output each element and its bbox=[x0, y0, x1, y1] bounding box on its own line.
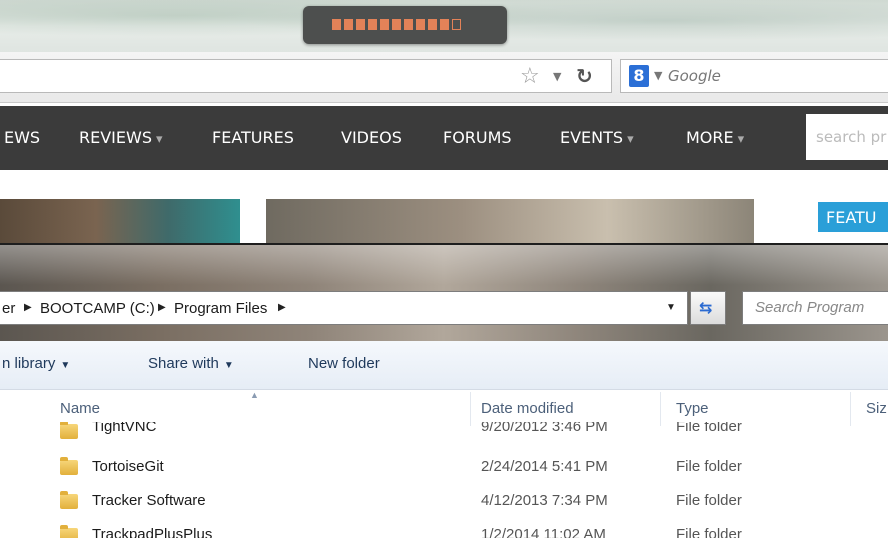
browser-search-box[interactable]: 8 ▼ Google bbox=[620, 59, 888, 93]
progress-segment bbox=[428, 19, 437, 30]
progress-segment bbox=[356, 19, 365, 30]
share-with-button[interactable]: Share with ▼ bbox=[148, 355, 234, 372]
google-icon[interactable]: 8 bbox=[629, 65, 649, 87]
table-row[interactable]: TightVNC 9/20/2012 3:46 PM File folder bbox=[0, 422, 888, 440]
column-header-type[interactable]: Type bbox=[676, 400, 709, 417]
folder-icon bbox=[60, 457, 78, 475]
file-date: 1/2/2014 11:02 AM bbox=[481, 526, 606, 538]
chevron-down-icon: ▼ bbox=[60, 360, 71, 371]
file-name: Tracker Software bbox=[92, 492, 206, 509]
command-label: Share with bbox=[148, 355, 219, 372]
bookmark-star-icon[interactable]: ☆ bbox=[520, 66, 540, 88]
column-header-date[interactable]: Date modified bbox=[481, 400, 574, 417]
breadcrumb-drive[interactable]: BOOTCAMP (C:) bbox=[40, 300, 155, 317]
browser-tab-strip bbox=[0, 0, 888, 52]
nav-item-label: FORUMS bbox=[443, 128, 512, 147]
folder-icon bbox=[60, 491, 78, 509]
folder-icon bbox=[60, 422, 78, 439]
file-type: File folder bbox=[676, 526, 742, 538]
url-bar[interactable]: ☆ ▼ ↻ bbox=[0, 59, 612, 93]
progress-segment bbox=[332, 19, 341, 30]
nav-item-label: EVENTS bbox=[560, 128, 624, 147]
nav-item-label: EWS bbox=[4, 128, 41, 147]
breadcrumb-arrow-icon[interactable]: ▶ bbox=[158, 302, 166, 313]
column-header-name[interactable]: Name bbox=[60, 400, 100, 417]
progress-segment-empty bbox=[452, 19, 461, 30]
file-list: ▲ Name Date modified Type Siz TightVNC 9… bbox=[0, 390, 888, 538]
chevron-down-icon: ▾ bbox=[627, 132, 634, 147]
nav-item-label: FEATURES bbox=[212, 128, 294, 147]
progress-segments bbox=[332, 19, 461, 30]
new-folder-button[interactable]: New folder bbox=[308, 355, 380, 372]
table-row[interactable]: Tracker Software 4/12/2013 7:34 PM File … bbox=[0, 486, 888, 520]
chevron-down-icon: ▼ bbox=[223, 360, 234, 371]
file-date: 2/24/2014 5:41 PM bbox=[481, 458, 608, 475]
breadcrumb-arrow-icon[interactable]: ▶ bbox=[24, 302, 32, 313]
chevron-down-icon: ▾ bbox=[737, 132, 745, 147]
file-name: TortoiseGit bbox=[92, 458, 164, 475]
address-history-dropdown-icon[interactable]: ▼ bbox=[666, 302, 676, 313]
nav-item-more[interactable]: MORE ▾ bbox=[686, 128, 744, 147]
progress-segment bbox=[416, 19, 425, 30]
column-header-size[interactable]: Siz bbox=[866, 400, 887, 417]
nav-item-label: REVIEWS bbox=[79, 128, 152, 147]
column-divider[interactable] bbox=[850, 392, 851, 426]
search-engine-name: Google bbox=[668, 67, 721, 85]
progress-segment bbox=[368, 19, 377, 30]
table-row[interactable]: TortoiseGit 2/24/2014 5:41 PM File folde… bbox=[0, 452, 888, 486]
folder-icon bbox=[60, 525, 78, 538]
browser-toolbar: ☆ ▼ ↻ 8 ▼ Google bbox=[0, 52, 888, 103]
file-name: TightVNC bbox=[92, 422, 157, 435]
file-date: 4/12/2013 7:34 PM bbox=[481, 492, 608, 509]
search-engine-dropdown-icon[interactable]: ▼ bbox=[654, 69, 662, 82]
nav-item-label: MORE bbox=[686, 128, 734, 147]
loading-progress-indicator bbox=[303, 6, 507, 44]
explorer-refresh-button[interactable]: ⇆ bbox=[690, 291, 726, 325]
site-search-input[interactable]: search pr bbox=[806, 114, 888, 160]
explorer-command-bar: n library ▼ Share with ▼ New folder bbox=[0, 341, 888, 390]
nav-item-label: VIDEOS bbox=[341, 128, 402, 147]
featured-badge[interactable]: FEATU bbox=[818, 202, 888, 232]
progress-segment bbox=[404, 19, 413, 30]
nav-item-reviews[interactable]: REVIEWS ▾ bbox=[79, 128, 163, 147]
file-date: 9/20/2012 3:46 PM bbox=[481, 422, 608, 435]
refresh-arrows-icon: ⇆ bbox=[699, 298, 713, 317]
site-navigation: EWS REVIEWS ▾ FEATURES VIDEOS FORUMS EVEN… bbox=[0, 106, 888, 170]
chevron-down-icon: ▾ bbox=[155, 132, 163, 147]
nav-item-events[interactable]: EVENTS ▾ bbox=[560, 128, 634, 147]
column-divider[interactable] bbox=[470, 392, 471, 426]
column-divider[interactable] bbox=[660, 392, 661, 426]
nav-item-forums[interactable]: FORUMS bbox=[443, 128, 512, 147]
reload-icon[interactable]: ↻ bbox=[576, 64, 593, 88]
featured-article-image[interactable] bbox=[266, 199, 754, 243]
progress-segment bbox=[392, 19, 401, 30]
article-thumbnail-image[interactable] bbox=[0, 199, 240, 243]
file-type: File folder bbox=[676, 422, 742, 435]
nav-item-news[interactable]: EWS bbox=[4, 128, 40, 147]
include-in-library-button[interactable]: n library ▼ bbox=[2, 355, 70, 372]
progress-segment bbox=[380, 19, 389, 30]
file-type: File folder bbox=[676, 458, 742, 475]
breadcrumb-arrow-icon[interactable]: ▶ bbox=[278, 302, 286, 313]
file-type: File folder bbox=[676, 492, 742, 509]
table-row[interactable]: TrackpadPlusPlus 1/2/2014 11:02 AM File … bbox=[0, 520, 888, 538]
file-name: TrackpadPlusPlus bbox=[92, 526, 213, 538]
explorer-address-bar[interactable]: er ▶ BOOTCAMP (C:) ▶ Program Files ▶ ▼ bbox=[0, 291, 688, 325]
breadcrumb-program-files[interactable]: Program Files bbox=[174, 300, 267, 317]
command-label: n library bbox=[2, 355, 56, 372]
nav-item-features[interactable]: FEATURES bbox=[212, 128, 294, 147]
history-dropdown-icon[interactable]: ▼ bbox=[553, 70, 561, 83]
sort-ascending-icon: ▲ bbox=[250, 390, 259, 400]
explorer-search-input[interactable]: Search Program bbox=[742, 291, 888, 325]
progress-segment bbox=[344, 19, 353, 30]
breadcrumb-computer[interactable]: er bbox=[2, 300, 15, 317]
nav-item-videos[interactable]: VIDEOS bbox=[341, 128, 402, 147]
progress-segment bbox=[440, 19, 449, 30]
